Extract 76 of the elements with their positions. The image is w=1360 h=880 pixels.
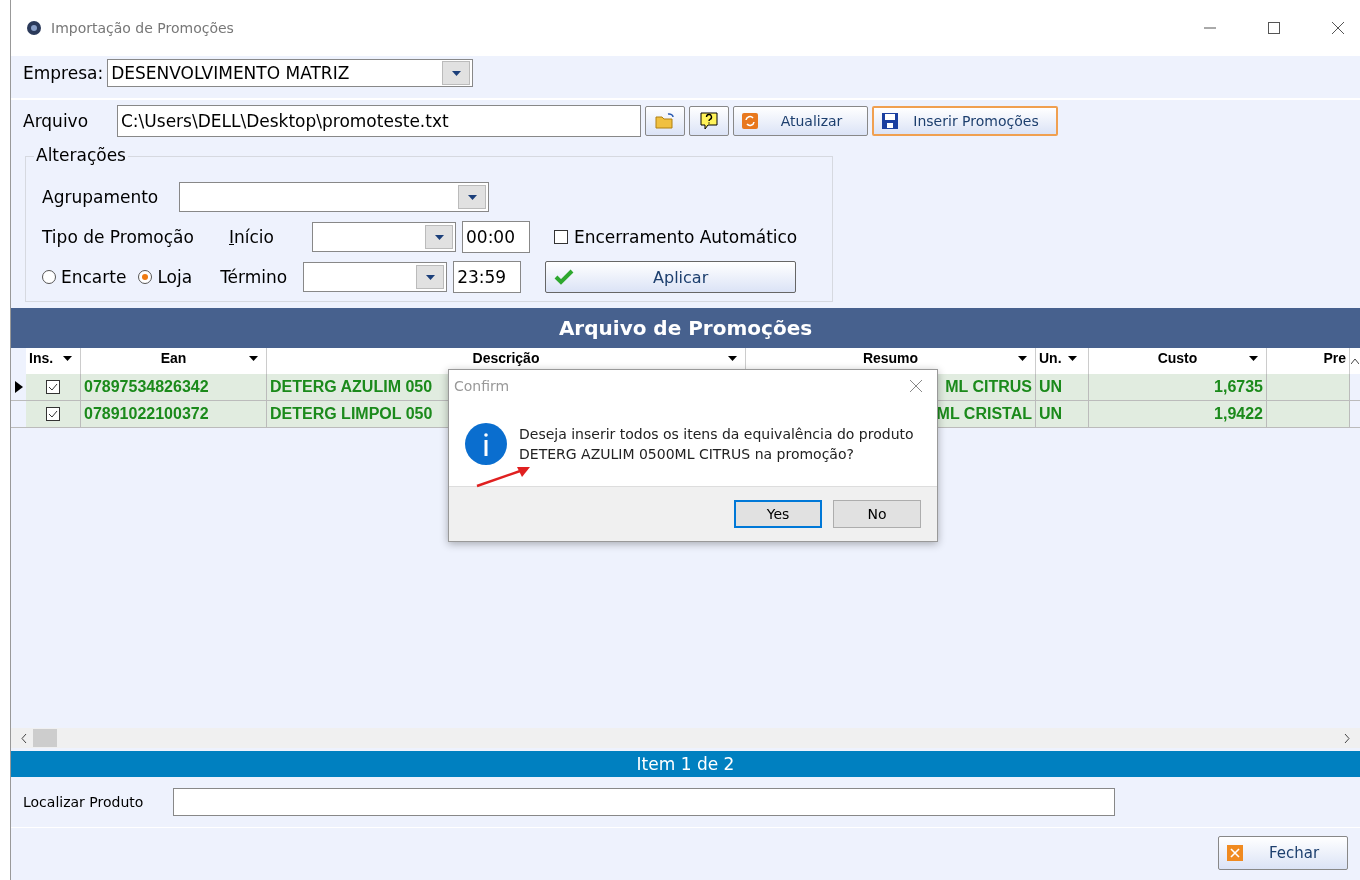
caret-icon bbox=[63, 356, 72, 361]
caret-icon bbox=[1067, 356, 1077, 361]
column-header[interactable]: Custo bbox=[1089, 348, 1267, 374]
x-icon bbox=[1227, 845, 1243, 861]
window-title: Importação de Promoções bbox=[51, 20, 234, 36]
termino-date-dropdown[interactable] bbox=[303, 262, 448, 292]
scroll-right-icon[interactable] bbox=[1344, 733, 1350, 743]
group-title: Alterações bbox=[34, 145, 128, 165]
empresa-dropdown[interactable]: DESENVOLVIMENTO MATRIZ bbox=[107, 59, 474, 87]
help-icon bbox=[700, 112, 718, 130]
table-cell: UN bbox=[1036, 401, 1089, 427]
tipo-promocao-label: Tipo de Promoção bbox=[42, 227, 195, 247]
agrupamento-label: Agrupamento bbox=[42, 187, 160, 207]
empresa-label: Empresa: bbox=[23, 63, 104, 83]
arquivo-label: Arquivo bbox=[23, 111, 90, 131]
termino-time-field[interactable]: 23:59 bbox=[453, 261, 522, 293]
tipo-radio[interactable]: Encarte bbox=[42, 267, 127, 287]
table-cell: 1,9422 bbox=[1089, 401, 1267, 427]
column-header[interactable]: Resumo bbox=[746, 348, 1036, 374]
caret-icon bbox=[467, 194, 477, 200]
open-folder-button[interactable] bbox=[645, 106, 685, 136]
termino-label: Término bbox=[220, 267, 289, 287]
arrow-annotation bbox=[475, 464, 531, 488]
insert-checkbox[interactable] bbox=[46, 380, 60, 394]
app-icon bbox=[27, 21, 41, 35]
caret-icon bbox=[249, 356, 258, 361]
checkmark-icon bbox=[554, 269, 575, 285]
column-header[interactable]: Ean bbox=[81, 348, 267, 374]
scroll-up-icon[interactable] bbox=[1351, 358, 1359, 364]
folder-icon bbox=[655, 113, 675, 129]
refresh-button[interactable]: Atualizar bbox=[733, 106, 868, 136]
search-product-field[interactable] bbox=[173, 788, 1115, 816]
dialog-title: Confirm bbox=[454, 378, 510, 394]
table-cell: 07891022100372 bbox=[81, 401, 267, 427]
close-icon[interactable] bbox=[1331, 21, 1345, 35]
caret-icon bbox=[728, 356, 737, 361]
dialog-button[interactable]: No bbox=[833, 500, 921, 528]
agrupamento-dropdown[interactable] bbox=[179, 182, 489, 212]
dialog-message: Deseja inserir todos os itens da equivalência do produto bbox=[519, 425, 914, 444]
encerramento-checkbox[interactable]: Encerramento Automático bbox=[554, 227, 798, 247]
status-text: Item 1 de 2 bbox=[636, 754, 735, 774]
localizar-label: Localizar Produto bbox=[23, 794, 145, 810]
insert-promotions-button[interactable]: Inserir Promoções bbox=[872, 106, 1058, 136]
caret-icon bbox=[434, 234, 444, 240]
help-button[interactable] bbox=[689, 106, 729, 136]
tipo-radio[interactable]: Loja bbox=[138, 267, 193, 287]
table-cell: 07897534826342 bbox=[81, 374, 267, 400]
caret-icon bbox=[425, 274, 435, 280]
caret-icon bbox=[1018, 356, 1027, 361]
grid-title: Arquivo de Promoções bbox=[558, 316, 813, 340]
scroll-left-icon[interactable] bbox=[21, 733, 27, 743]
close-button[interactable]: Fechar bbox=[1218, 836, 1348, 870]
info-icon bbox=[465, 423, 507, 465]
maximize-icon[interactable] bbox=[1267, 21, 1281, 35]
dialog-button[interactable]: Yes bbox=[734, 500, 822, 528]
scrollbar-thumb[interactable] bbox=[33, 729, 57, 747]
inicio-label: Início bbox=[229, 227, 275, 247]
horizontal-scrollbar[interactable] bbox=[11, 728, 1360, 748]
file-path-field[interactable]: C:\Users\DELL\Desktop\promoteste.txt bbox=[117, 105, 641, 137]
column-header[interactable]: Pre bbox=[1267, 348, 1350, 374]
inicio-date-dropdown[interactable] bbox=[312, 222, 456, 252]
refresh-icon bbox=[742, 113, 758, 129]
table-cell: UN bbox=[1036, 374, 1089, 400]
column-header[interactable]: Descrição bbox=[267, 348, 746, 374]
checkmark-icon bbox=[47, 408, 59, 420]
dialog-message: DETERG AZULIM 0500ML CITRUS na promoção? bbox=[519, 445, 855, 464]
caret-icon bbox=[451, 70, 461, 76]
insert-checkbox[interactable] bbox=[46, 407, 60, 421]
close-icon[interactable] bbox=[909, 379, 923, 393]
column-header[interactable]: Un. bbox=[1036, 348, 1089, 374]
inicio-time-field[interactable]: 00:00 bbox=[462, 221, 530, 253]
column-header[interactable]: Ins. bbox=[26, 348, 81, 374]
table-cell: 1,6735 bbox=[1089, 374, 1267, 400]
checkmark-icon bbox=[47, 381, 59, 393]
caret-icon bbox=[1249, 356, 1258, 361]
apply-button[interactable]: Aplicar bbox=[545, 261, 797, 293]
